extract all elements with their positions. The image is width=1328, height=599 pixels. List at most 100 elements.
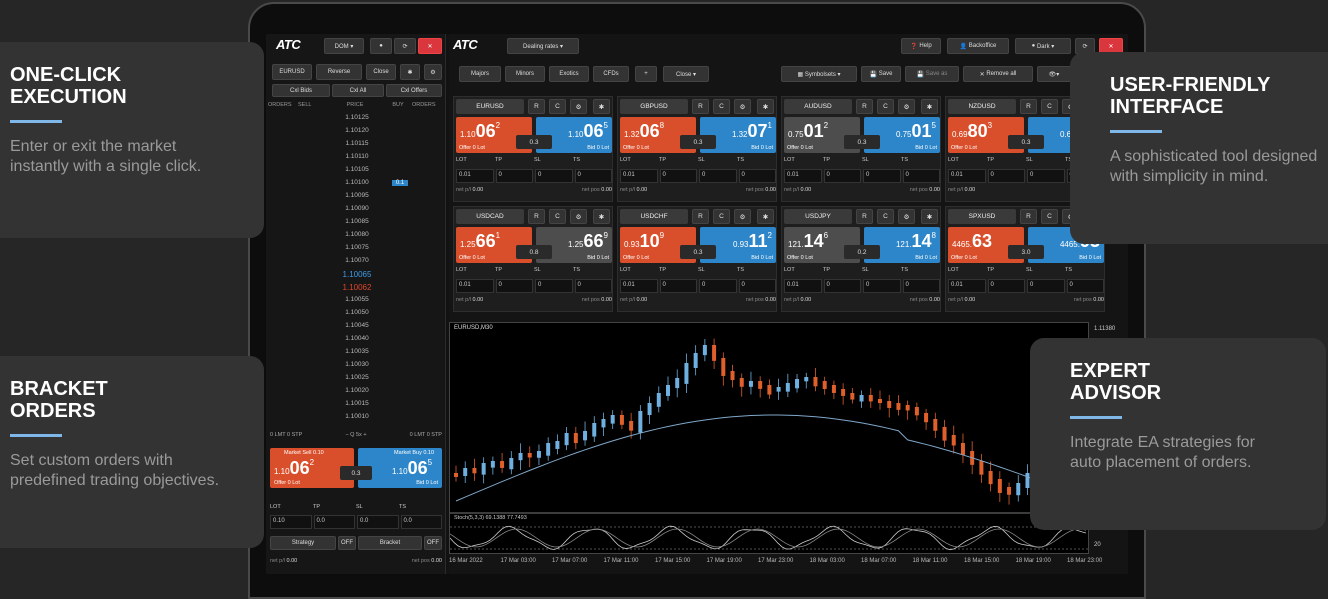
settings-icon[interactable]: ⚙ (898, 209, 915, 224)
ladder-buy[interactable]: 0.1 (386, 179, 414, 192)
lot-input[interactable]: 0.01 (620, 169, 658, 183)
reverse-icon[interactable]: R (1020, 209, 1037, 224)
gear-icon[interactable]: ⚙ (424, 64, 442, 80)
ladder-buy[interactable] (386, 140, 414, 153)
sl-input[interactable]: 0.0 (357, 515, 399, 529)
reverse-icon[interactable]: R (692, 99, 709, 114)
ladder-row[interactable]: 1.10065 (268, 270, 444, 283)
sl-input[interactable]: 0 (535, 279, 573, 293)
close-position-icon[interactable]: C (713, 99, 730, 114)
buy-order-badge[interactable]: 0.1 (391, 180, 409, 186)
theme-dropdown[interactable]: ● Dark ▾ (1015, 38, 1071, 54)
ladder-buy[interactable] (386, 257, 414, 270)
tp-input[interactable]: 0 (823, 279, 861, 293)
ladder-row[interactable]: 1.10062 (268, 283, 444, 296)
sl-input[interactable]: 0 (863, 279, 901, 293)
ladder-buy[interactable] (386, 127, 414, 140)
close-button[interactable]: Close (366, 64, 396, 80)
close-icon[interactable]: ✕ (418, 38, 442, 54)
ts-input[interactable]: 0 (902, 279, 940, 293)
tile-symbol[interactable]: NZDUSD (948, 99, 1016, 114)
pin-icon[interactable]: ✱ (757, 209, 774, 224)
settings-icon[interactable]: ⚙ (734, 209, 751, 224)
settings-icon[interactable]: ⚙ (898, 99, 915, 114)
lot-input[interactable]: 0.01 (784, 169, 822, 183)
ladder-buy[interactable] (386, 114, 414, 127)
dom-symbol[interactable]: EURUSD (272, 64, 312, 80)
reverse-icon[interactable]: R (856, 209, 873, 224)
close-position-icon[interactable]: C (877, 99, 894, 114)
reverse-icon[interactable]: R (528, 99, 545, 114)
reverse-icon[interactable]: R (528, 209, 545, 224)
ladder-buy[interactable] (386, 413, 414, 426)
tp-input[interactable]: 0 (495, 279, 533, 293)
reverse-button[interactable]: Reverse (316, 64, 362, 80)
close-position-icon[interactable]: C (1041, 209, 1058, 224)
pin-icon[interactable]: ✱ (593, 209, 610, 224)
tp-input[interactable]: 0.0 (313, 515, 355, 529)
view-dropdown[interactable]: 👁 ▾ (1037, 66, 1071, 82)
ladder-buy[interactable] (386, 283, 414, 296)
reverse-icon[interactable]: R (856, 99, 873, 114)
ts-input[interactable]: 0 (738, 169, 776, 183)
ladder-row[interactable]: 1.10055 (268, 296, 444, 309)
lot-input[interactable]: 0.01 (784, 279, 822, 293)
ts-input[interactable]: 0 (574, 279, 612, 293)
tile-symbol[interactable]: EURUSD (456, 99, 524, 114)
refresh-icon[interactable]: ⟳ (394, 38, 416, 54)
ladder-buy[interactable] (386, 218, 414, 231)
ladder-row[interactable]: 1.10085 (268, 218, 444, 231)
ts-input[interactable]: 0 (574, 169, 612, 183)
ladder-row[interactable]: 1.10070 (268, 257, 444, 270)
tp-input[interactable]: 0 (987, 279, 1025, 293)
ladder-buy[interactable] (386, 270, 414, 283)
pin-icon[interactable]: ✱ (921, 99, 938, 114)
ts-input[interactable]: 0 (902, 169, 940, 183)
close-position-icon[interactable]: C (713, 209, 730, 224)
ladder-row[interactable]: 1.10015 (268, 400, 444, 413)
strategy-button[interactable]: Strategy (270, 536, 336, 550)
pin-icon[interactable]: ✱ (593, 99, 610, 114)
ladder-row[interactable]: 1.10040 (268, 335, 444, 348)
add-tab-button[interactable]: + (635, 66, 657, 82)
tp-input[interactable]: 0 (987, 169, 1025, 183)
settings-icon[interactable]: ⚙ (570, 99, 587, 114)
dealing-rates-dropdown[interactable]: Dealing rates ▾ (507, 38, 579, 54)
bracket-toggle[interactable]: OFF (424, 536, 442, 550)
ladder-buy[interactable] (386, 400, 414, 413)
pin-icon[interactable]: ✱ (757, 99, 774, 114)
ladder-buy[interactable] (386, 153, 414, 166)
tile-symbol[interactable]: GBPUSD (620, 99, 688, 114)
ladder-row[interactable]: 1.10010 (268, 413, 444, 426)
tab-exotics[interactable]: Exotics (549, 66, 589, 82)
sl-input[interactable]: 0 (699, 279, 737, 293)
zoom-control[interactable]: − Q 5x + (345, 432, 366, 444)
strategy-toggle[interactable]: OFF (338, 536, 356, 550)
remove-all-button[interactable]: ✕ Remove all (963, 66, 1033, 82)
ladder-row[interactable]: 1.10035 (268, 348, 444, 361)
ladder-row[interactable]: 1.10080 (268, 231, 444, 244)
ladder-row[interactable]: 1.10030 (268, 361, 444, 374)
sl-input[interactable]: 0 (1027, 169, 1065, 183)
tab-cfds[interactable]: CFDs (593, 66, 629, 82)
tab-majors[interactable]: Majors (459, 66, 501, 82)
lot-input[interactable]: 0.01 (456, 169, 494, 183)
price-chart[interactable]: EURUSD,M30 Stoch(5,3,3) 69.1388 77.7493 (449, 322, 1089, 554)
tile-symbol[interactable]: AUDUSD (784, 99, 852, 114)
tp-input[interactable]: 0 (823, 169, 861, 183)
save-button[interactable]: 💾 Save (861, 66, 901, 82)
tile-symbol[interactable]: SPXUSD (948, 209, 1016, 224)
settings-icon[interactable]: ✱ (400, 64, 420, 80)
lot-input[interactable]: 0.01 (456, 279, 494, 293)
ts-input[interactable]: 0 (738, 279, 776, 293)
lot-input[interactable]: 0.10 (270, 515, 312, 529)
cancel-offers-button[interactable]: Cxl Offers (386, 84, 442, 97)
ladder-buy[interactable] (386, 374, 414, 387)
ladder-row[interactable]: 1.10125 (268, 114, 444, 127)
tp-input[interactable]: 0 (659, 169, 697, 183)
lot-input[interactable]: 0.01 (620, 279, 658, 293)
record-icon[interactable]: ● (370, 38, 392, 54)
settings-icon[interactable]: ⚙ (734, 99, 751, 114)
pin-icon[interactable]: ✱ (921, 209, 938, 224)
sl-input[interactable]: 0 (863, 169, 901, 183)
